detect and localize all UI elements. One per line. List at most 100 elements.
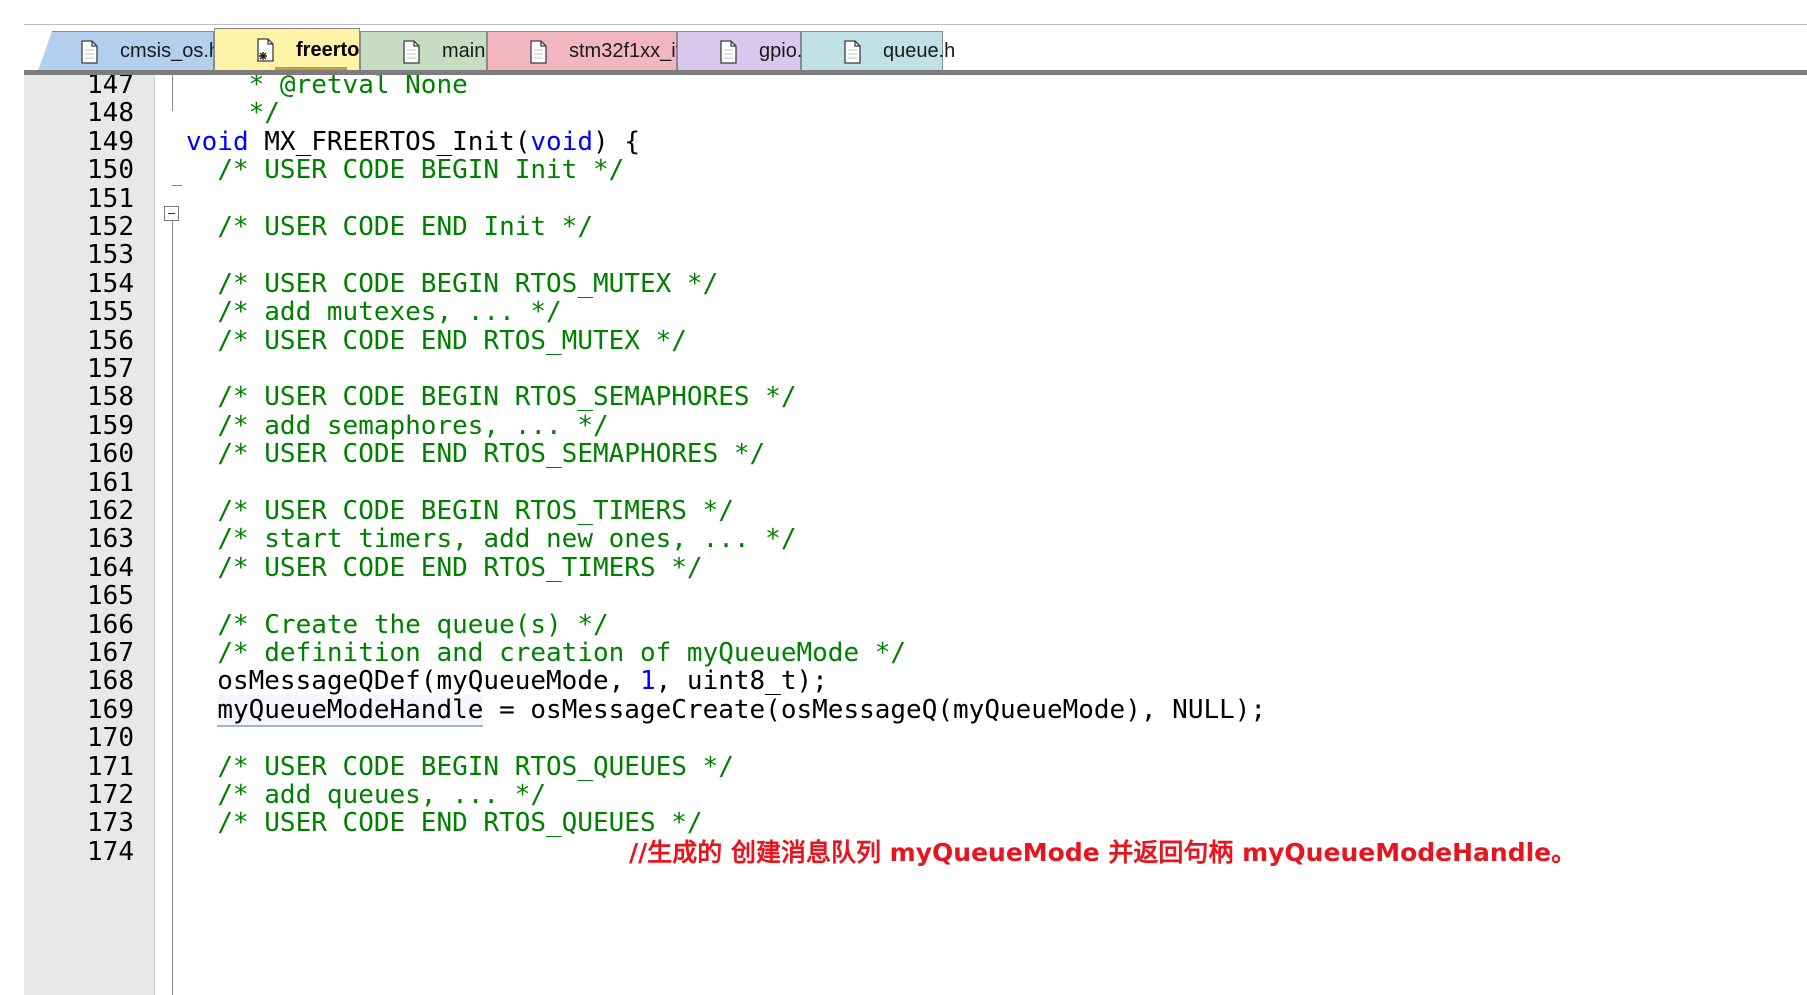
line-number: 155 [87, 297, 134, 328]
code-line[interactable]: 155 /* add mutexes, ... */ [24, 296, 1807, 328]
line-number: 167 [87, 638, 134, 668]
code-line[interactable]: 156 /* USER CODE END RTOS_MUTEX */ [24, 325, 1807, 357]
line-number: 174 [87, 836, 134, 867]
code-text: /* USER CODE BEGIN Init */ [186, 154, 624, 186]
code-token-keyword: void [186, 126, 249, 157]
code-text: /* definition and creation of myQueueMod… [186, 637, 906, 669]
code-line[interactable]: 157 [24, 353, 1807, 385]
line-number: 154 [87, 268, 134, 299]
tab-freertos-c[interactable]: freertos.c [214, 28, 387, 71]
tab-label: queue.h [883, 40, 956, 62]
code-line[interactable]: 148 */ [24, 97, 1807, 129]
file-icon [844, 39, 861, 64]
line-number: 170 [87, 723, 134, 754]
line-number: 171 [87, 751, 134, 782]
code-text: /* USER CODE BEGIN RTOS_TIMERS */ [186, 495, 734, 527]
line-number: 151 [87, 183, 134, 214]
tab-main-c[interactable]: main.c [360, 31, 501, 71]
line-number: 148 [87, 98, 134, 129]
line-number: 158 [87, 382, 134, 413]
code-token-comment: /* add semaphores, ... */ [217, 410, 609, 441]
tab-stm32f1xx-it-c[interactable]: stm32f1xx_it.c [487, 31, 697, 71]
line-number: 160 [87, 439, 134, 470]
line-number: 149 [87, 126, 134, 157]
code-text: /* start timers, add new ones, ... */ [186, 523, 797, 555]
code-line[interactable]: 160 /* USER CODE END RTOS_SEMAPHORES */ [24, 438, 1807, 470]
line-number: 156 [87, 325, 134, 356]
code-token-comment: /* USER CODE BEGIN RTOS_MUTEX */ [217, 268, 719, 299]
code-line[interactable]: 167 /* definition and creation of myQueu… [24, 637, 1807, 669]
code-line[interactable]: 168 osMessageQDef(myQueueMode, 1, uint8_… [24, 665, 1807, 697]
code-token-comment: /* add mutexes, ... */ [217, 297, 562, 328]
line-number: 173 [87, 808, 134, 839]
code-line[interactable]: 152 /* USER CODE END Init */ [24, 211, 1807, 243]
code-text: /* Create the queue(s) */ [186, 609, 609, 641]
tab-queue-h[interactable]: queue.h [801, 31, 955, 71]
code-token-number: 1 [639, 666, 656, 697]
code-line[interactable]: 149 void MX_FREERTOS_Init(void) { [24, 126, 1807, 158]
tab-gpio-c[interactable]: gpio.c [677, 31, 812, 71]
code-text: /* add mutexes, ... */ [186, 296, 562, 328]
code-token-comment: /* USER CODE END RTOS_TIMERS */ [217, 552, 703, 583]
code-line[interactable]: 150 /* USER CODE BEGIN Init */ [24, 154, 1807, 186]
code-line[interactable]: 163 /* start timers, add new ones, ... *… [24, 523, 1807, 555]
code-line[interactable]: 164 /* USER CODE END RTOS_TIMERS */ [24, 552, 1807, 584]
code-line[interactable]: 154 /* USER CODE BEGIN RTOS_MUTEX */ [24, 268, 1807, 300]
code-line[interactable]: 165 [24, 580, 1807, 612]
line-number: 157 [87, 354, 134, 384]
code-line[interactable]: 173 /* USER CODE END RTOS_QUEUES */ [24, 807, 1807, 839]
code-text: /* USER CODE END RTOS_TIMERS */ [186, 552, 703, 584]
code-line[interactable]: 158 /* USER CODE BEGIN RTOS_SEMAPHORES *… [24, 381, 1807, 413]
tab-cmsis-os-h[interactable]: cmsis_os.h [38, 31, 214, 71]
code-line[interactable]: 169 myQueueModeHandle = osMessageCreate(… [24, 694, 1807, 727]
code-token-plain: osMessageQDef(myQueueMode, [186, 666, 640, 697]
line-number: 172 [87, 780, 134, 810]
code-token-comment: /* USER CODE BEGIN RTOS_TIMERS */ [217, 496, 734, 526]
code-line[interactable]: 159 /* add semaphores, ... */ [24, 410, 1807, 442]
code-token-comment: /* Create the queue(s) */ [217, 609, 609, 640]
code-token-comment: * @retval None [248, 75, 468, 100]
code-token-comment: /* USER CODE END RTOS_SEMAPHORES */ [217, 439, 766, 470]
code-line[interactable]: 162 /* USER CODE BEGIN RTOS_TIMERS */ [24, 495, 1807, 527]
code-token-comment: /* USER CODE END RTOS_QUEUES */ [217, 808, 703, 839]
code-token-plain: , uint8_t); [655, 666, 828, 697]
line-number: 166 [87, 609, 134, 640]
ide-window: cmsis_os.h freertos.c main.c stm32f1xx_it.c… [0, 0, 1807, 995]
code-token-comment: /* start timers, add new ones, ... */ [217, 524, 797, 555]
code-line[interactable]: 166 /* Create the queue(s) */ [24, 609, 1807, 641]
code-text: /* USER CODE END RTOS_SEMAPHORES */ [186, 438, 765, 470]
line-number: 159 [87, 410, 134, 441]
code-line[interactable]: 172 /* add queues, ... */ [24, 779, 1807, 811]
code-token-plain: = osMessageCreate(osMessageQ(myQueueMode… [483, 694, 1267, 725]
code-line[interactable]: 171 /* USER CODE BEGIN RTOS_QUEUES */ [24, 751, 1807, 783]
code-line[interactable]: 161 [24, 467, 1807, 499]
code-text: void MX_FREERTOS_Init(void) { [186, 126, 640, 158]
code-text: /* USER CODE END RTOS_QUEUES */ [186, 807, 703, 839]
tab-label: cmsis_os.h [120, 40, 221, 62]
file-icon [720, 39, 737, 64]
code-token-comment: /* add queues, ... */ [217, 780, 547, 810]
c-file-modified-icon [257, 38, 274, 62]
code-line[interactable]: 151 [24, 183, 1807, 215]
code-line[interactable]: 170 [24, 722, 1807, 754]
code-text: /* USER CODE BEGIN RTOS_QUEUES */ [186, 751, 734, 783]
code-token-comment: /* USER CODE BEGIN RTOS_SEMAPHORES */ [217, 382, 797, 413]
code-token-comment: /* USER CODE END RTOS_MUTEX */ [217, 325, 687, 356]
line-number: 168 [87, 666, 134, 697]
code-line[interactable]: 153 [24, 239, 1807, 271]
code-editor[interactable]: 147 * @retval None 148 */149 void MX_FREER… [24, 75, 1807, 995]
code-text: myQueueModeHandle = osMessageCreate(osMe… [186, 694, 1267, 727]
